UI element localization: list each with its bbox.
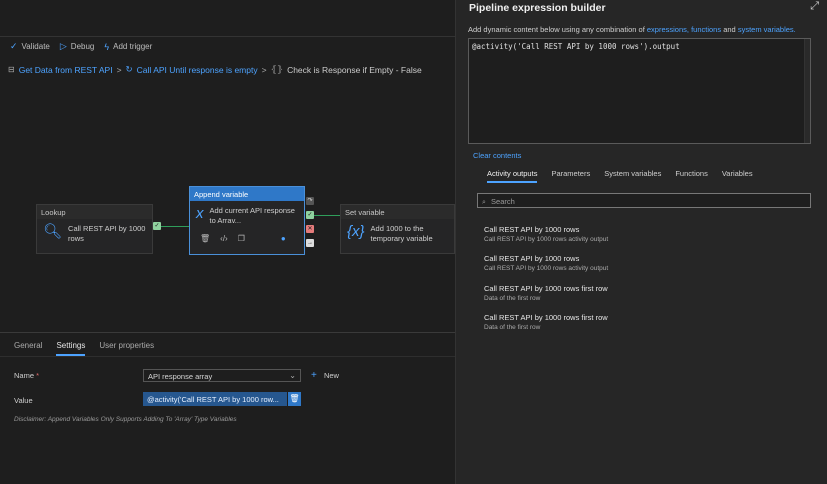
tab-activity-outputs[interactable]: Activity outputs bbox=[487, 169, 538, 183]
lookup-icon: 🔍︎ bbox=[43, 223, 63, 240]
delete-icon[interactable]: 🗑︎ bbox=[288, 392, 301, 406]
check-icon: ✓ bbox=[10, 41, 18, 51]
plus-icon: + bbox=[311, 370, 317, 381]
system-variables-link[interactable]: system variables. bbox=[738, 25, 796, 34]
activity-name: Call REST API by 1000 rows bbox=[68, 224, 146, 243]
loop-icon: ↻ bbox=[125, 64, 133, 74]
success-handle-icon[interactable]: ✓ bbox=[306, 211, 314, 219]
tab-general[interactable]: General bbox=[14, 341, 42, 356]
list-item[interactable]: Call REST API by 1000 rows first row Dat… bbox=[484, 284, 608, 302]
set-variable-activity[interactable]: Set variable {x} Add 1000 to the tempora… bbox=[340, 204, 455, 254]
breadcrumb-pipeline[interactable]: Get Data from REST API bbox=[19, 65, 113, 75]
activity-type: Append variable bbox=[190, 187, 304, 201]
code-icon[interactable]: ‹/› bbox=[220, 234, 228, 243]
breadcrumb-until[interactable]: Call API Until response is empty bbox=[137, 65, 258, 75]
list-item[interactable]: Call REST API by 1000 rows Call REST API… bbox=[484, 225, 608, 243]
validate-button[interactable]: ✓ Validate bbox=[10, 41, 50, 52]
debug-button[interactable]: ▷ Debug bbox=[60, 41, 95, 52]
pipeline-editor: ✓ Validate ▷ Debug ϟ Add trigger ⊟ Get D… bbox=[0, 0, 455, 484]
add-trigger-button[interactable]: ϟ Add trigger bbox=[104, 42, 152, 52]
success-connector bbox=[314, 215, 340, 216]
delete-icon[interactable]: 🗑︎ bbox=[200, 234, 210, 243]
search-icon: ⌕ bbox=[482, 199, 486, 206]
builder-tabs: Activity outputs Parameters System varia… bbox=[487, 169, 753, 183]
activity-name: Add 1000 to the temporary variable bbox=[370, 224, 433, 243]
branch-icon: ⦃⦄ bbox=[270, 64, 284, 74]
tab-system-variables[interactable]: System variables bbox=[604, 169, 661, 183]
expression-text[interactable]: @activity('Call REST API by 1000 rows').… bbox=[472, 42, 680, 51]
activity-name: Add current API response to Arrav... bbox=[209, 206, 295, 225]
expression-editor[interactable]: @activity('Call REST API by 1000 rows').… bbox=[468, 38, 811, 144]
pipeline-canvas[interactable]: Lookup 🔍︎ Call REST API by 1000 rows ✓ A… bbox=[0, 78, 455, 332]
list-item[interactable]: Call REST API by 1000 rows Call REST API… bbox=[484, 254, 608, 272]
activity-type: Set variable bbox=[341, 205, 454, 219]
breadcrumb-current: Check is Response if Empty - False bbox=[287, 64, 422, 75]
properties-tabs: General Settings User properties bbox=[0, 333, 455, 357]
skip-handle-icon[interactable]: ↷ bbox=[306, 197, 314, 205]
tab-functions[interactable]: Functions bbox=[675, 169, 708, 183]
activity-type: Lookup bbox=[37, 205, 152, 219]
chevron-down-icon: ⌄ bbox=[289, 371, 296, 380]
value-expression-field[interactable]: @activity('Call REST API by 1000 row... bbox=[143, 392, 287, 406]
functions-link[interactable]: functions bbox=[691, 25, 721, 34]
tab-variables[interactable]: Variables bbox=[722, 169, 753, 183]
panel-title: Pipeline expression builder bbox=[469, 2, 606, 14]
value-label: Value bbox=[14, 396, 33, 405]
tab-user-properties[interactable]: User properties bbox=[99, 341, 154, 356]
new-variable-button[interactable]: + New bbox=[311, 370, 339, 381]
expression-builder-panel: Pipeline expression builder ⤢ Add dynami… bbox=[455, 0, 827, 484]
expand-icon[interactable]: ⤢ bbox=[810, 0, 819, 13]
success-handle-icon[interactable]: ✓ bbox=[153, 222, 161, 230]
info-icon[interactable]: ● bbox=[281, 234, 286, 243]
trigger-icon: ϟ bbox=[104, 41, 110, 52]
append-variable-activity[interactable]: Append variable x Add current API respon… bbox=[189, 186, 305, 255]
variable-braces-icon: {x} bbox=[347, 223, 365, 240]
clear-contents-link[interactable]: Clear contents bbox=[473, 151, 521, 160]
properties-panel: General Settings User properties Name * … bbox=[0, 332, 455, 484]
expressions-link[interactable]: expressions, bbox=[647, 25, 689, 34]
builder-description: Add dynamic content below using any comb… bbox=[468, 25, 796, 34]
search-input[interactable]: ⌕ Search bbox=[477, 193, 811, 208]
variable-x-icon: x bbox=[196, 205, 204, 222]
success-connector bbox=[161, 226, 189, 227]
name-label: Name * bbox=[14, 371, 40, 380]
pipeline-toolbar: ✓ Validate ▷ Debug ϟ Add trigger bbox=[0, 36, 455, 56]
disclaimer-text: Disclaimer: Append Variables Only Suppor… bbox=[14, 416, 237, 423]
breadcrumb: ⊟ Get Data from REST API > ↻ Call API Un… bbox=[8, 64, 422, 75]
editor-scrollbar[interactable] bbox=[804, 39, 810, 143]
list-item[interactable]: Call REST API by 1000 rows first row Dat… bbox=[484, 313, 608, 331]
failure-handle-icon[interactable]: ✕ bbox=[306, 225, 314, 233]
completion-handle-icon[interactable]: → bbox=[306, 239, 314, 247]
lookup-activity[interactable]: Lookup 🔍︎ Call REST API by 1000 rows bbox=[36, 204, 153, 254]
tab-parameters[interactable]: Parameters bbox=[551, 169, 590, 183]
variable-name-select[interactable]: API response array ⌄ bbox=[143, 369, 301, 382]
play-icon: ▷ bbox=[59, 41, 67, 51]
pipeline-icon: ⊟ bbox=[8, 65, 15, 74]
copy-icon[interactable]: ❐ bbox=[238, 234, 245, 243]
tab-settings[interactable]: Settings bbox=[56, 341, 86, 356]
